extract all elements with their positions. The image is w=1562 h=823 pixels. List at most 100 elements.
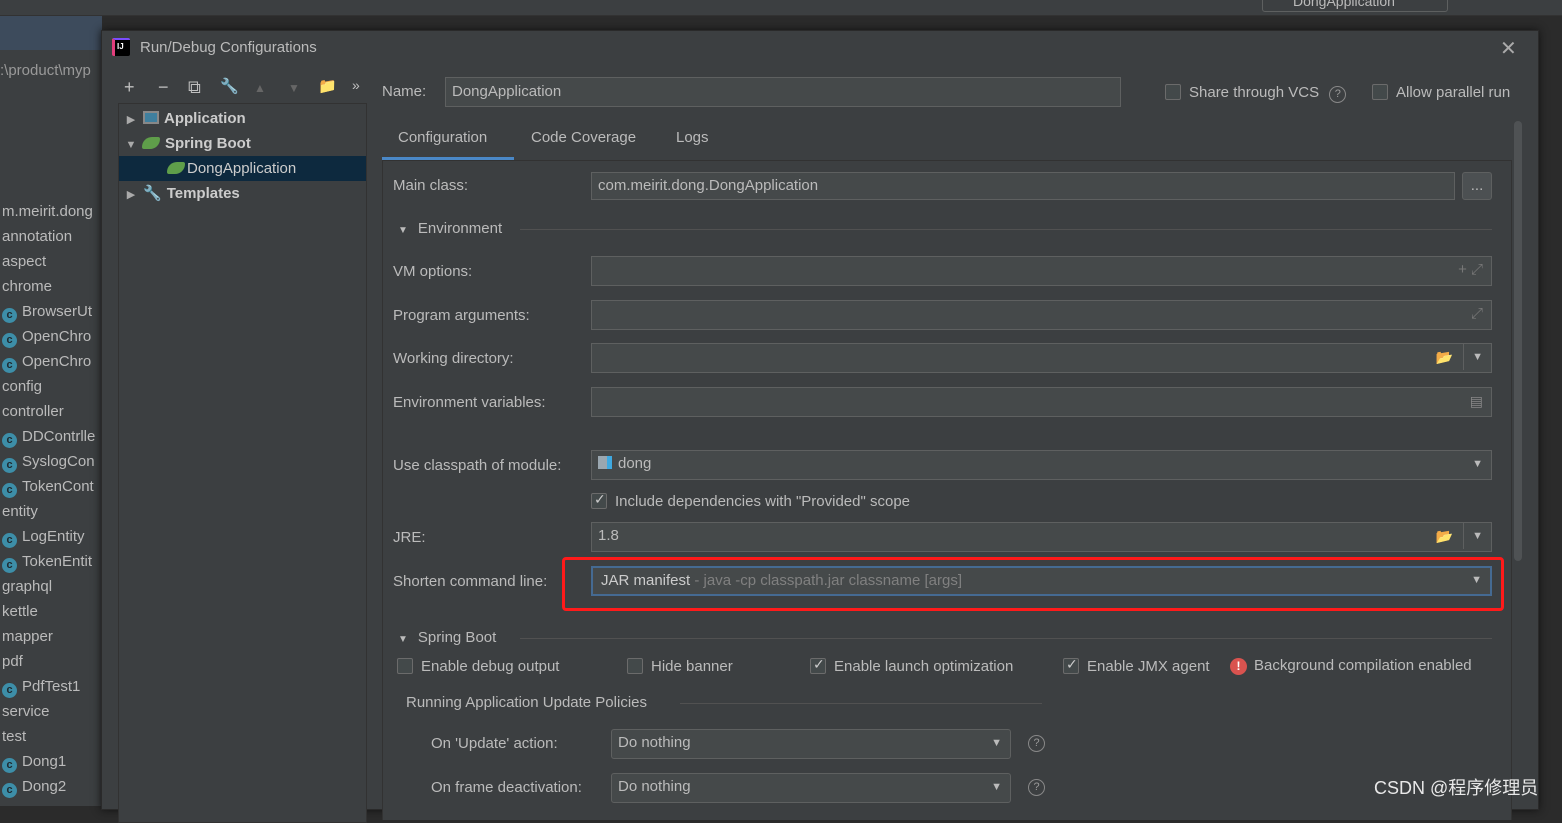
expand-arrow-icon[interactable]: ▶ <box>123 183 139 208</box>
folder-icon[interactable]: 📂 <box>1436 523 1453 549</box>
program-args-input[interactable]: ⤢ <box>591 300 1492 330</box>
jmx-agent-checkbox[interactable]: Enable JMX agent <box>1063 656 1210 675</box>
checkbox[interactable] <box>810 656 826 674</box>
checkbox[interactable] <box>397 658 413 674</box>
project-item-label: Dong1 <box>22 753 67 770</box>
folder-add-icon[interactable]: 📁 <box>318 77 337 95</box>
on-update-dropdown[interactable]: Do nothing ▼ <box>611 729 1011 759</box>
project-item-label: m.meirit.dong <box>2 203 93 220</box>
project-tree-item[interactable]: c BrowserUt <box>2 303 92 323</box>
enable-debug-checkbox[interactable]: Enable debug output <box>397 658 559 675</box>
chevron-down-icon[interactable]: ▼ <box>1463 344 1483 370</box>
project-tree-item[interactable]: service <box>2 703 50 720</box>
project-tree-item[interactable]: config <box>2 378 42 395</box>
move-down-icon[interactable]: ▼ <box>288 81 300 95</box>
project-tree-item[interactable]: kettle <box>2 603 38 620</box>
checkbox[interactable] <box>1063 656 1079 674</box>
add-icon[interactable]: + <box>124 77 135 98</box>
project-tree-item[interactable]: c SyslogCon <box>2 453 95 473</box>
scrollbar[interactable] <box>1514 121 1522 561</box>
wrench-icon[interactable]: 🔧 <box>220 77 239 95</box>
env-vars-input[interactable]: ▤ <box>591 387 1492 417</box>
tab-logs[interactable]: Logs <box>676 129 709 146</box>
document-icon[interactable]: ▤ <box>1470 388 1483 414</box>
project-tree-item[interactable]: test <box>2 728 26 745</box>
expand-icon[interactable]: ⤢ <box>1471 301 1483 327</box>
project-tree-item[interactable]: pdf <box>2 653 23 670</box>
launch-optimization-checkbox[interactable]: Enable launch optimization <box>810 656 1013 675</box>
checkbox[interactable] <box>591 491 607 509</box>
move-up-icon[interactable]: ▲ <box>254 81 266 95</box>
hide-banner-checkbox[interactable]: Hide banner <box>627 658 733 675</box>
project-tree-item[interactable]: aspect <box>2 253 46 270</box>
tab-configuration[interactable]: Configuration <box>398 129 487 146</box>
allow-parallel-checkbox[interactable]: Allow parallel run <box>1372 84 1510 101</box>
include-provided-checkbox[interactable]: Include dependencies with "Provided" sco… <box>591 491 910 510</box>
close-icon[interactable]: ✕ <box>1500 36 1517 61</box>
project-tree-item[interactable]: m.meirit.dong <box>2 203 93 220</box>
warning-text: Background compilation enabled <box>1254 657 1472 674</box>
chevron-down-icon[interactable]: ▼ <box>991 730 1002 756</box>
project-tree-item[interactable]: c OpenChro <box>2 353 91 373</box>
browse-button[interactable]: ... <box>1462 172 1492 200</box>
background-compilation-warning: ! Background compilation enabled <box>1230 657 1472 675</box>
more-icon[interactable]: » <box>352 77 360 93</box>
project-tree-item[interactable]: c DDContrlle <box>2 428 95 448</box>
project-header <box>0 16 102 50</box>
tree-item-dongapplication[interactable]: DongApplication <box>119 156 366 181</box>
tree-item-application[interactable]: ▶ Application <box>119 106 366 131</box>
on-frame-dropdown[interactable]: Do nothing ▼ <box>611 773 1011 803</box>
project-tree-item[interactable]: c Dong2 <box>2 778 66 798</box>
project-tree-item[interactable]: c OpenChro <box>2 328 91 348</box>
collapse-arrow-icon[interactable]: ▼ <box>398 634 408 645</box>
tree-item-templates[interactable]: ▶ 🔧 Templates <box>119 181 366 206</box>
project-tree-item[interactable]: entity <box>2 503 38 520</box>
remove-icon[interactable]: − <box>158 77 169 98</box>
environment-section[interactable]: ▼ Environment <box>398 220 502 237</box>
share-vcs-checkbox[interactable]: Share through VCS ? <box>1165 84 1347 103</box>
spring-boot-icon <box>167 162 185 174</box>
section-title: Environment <box>417 220 503 237</box>
main-class-input[interactable]: com.meirit.dong.DongApplication <box>591 172 1455 200</box>
project-item-label: controller <box>2 403 64 420</box>
chevron-down-icon[interactable]: ▼ <box>1472 451 1483 477</box>
project-tree-item[interactable]: mapper <box>2 628 53 645</box>
checkbox[interactable] <box>627 658 643 674</box>
collapse-arrow-icon[interactable]: ▼ <box>398 225 408 236</box>
program-args-label: Program arguments: <box>393 307 530 324</box>
project-tree-item[interactable]: c Dong1 <box>2 753 66 773</box>
jre-dropdown[interactable]: 1.8 📂 ▼ <box>591 522 1492 552</box>
folder-icon[interactable]: 📂 <box>1436 344 1453 370</box>
project-tree-item[interactable]: c PdfTest1 <box>2 678 80 698</box>
spring-boot-section[interactable]: ▼ Spring Boot <box>398 629 496 646</box>
checkbox[interactable] <box>1165 84 1181 100</box>
help-icon[interactable]: ? <box>1329 86 1347 103</box>
project-tree-item[interactable]: chrome <box>2 278 52 295</box>
tree-item-spring-boot[interactable]: ▼ Spring Boot <box>119 131 366 156</box>
project-tree-item[interactable]: c LogEntity <box>2 528 85 548</box>
run-config-selector[interactable]: DongApplication <box>1262 0 1448 12</box>
expand-icon[interactable]: + ⤢ <box>1458 257 1483 283</box>
vm-options-input[interactable]: + ⤢ <box>591 256 1492 286</box>
help-icon[interactable]: ? <box>1028 735 1045 752</box>
project-tree-item[interactable]: c TokenCont <box>2 478 94 498</box>
project-tree-item[interactable]: controller <box>2 403 64 420</box>
expand-arrow-icon[interactable]: ▶ <box>123 108 139 133</box>
working-dir-input[interactable]: 📂 ▼ <box>591 343 1492 373</box>
highlight-box <box>562 557 1504 611</box>
help-icon[interactable]: ? <box>1028 779 1045 796</box>
checkbox[interactable] <box>1372 84 1388 100</box>
chevron-down-icon[interactable]: ▼ <box>1463 523 1483 549</box>
classpath-dropdown[interactable]: dong ▼ <box>591 450 1492 480</box>
chevron-down-icon[interactable]: ▼ <box>991 774 1002 800</box>
class-icon: c <box>2 558 17 573</box>
project-tree-item[interactable]: annotation <box>2 228 72 245</box>
class-icon: c <box>2 683 17 698</box>
project-tree-item[interactable]: c TokenEntit <box>2 553 92 573</box>
tree-label: Templates <box>166 185 240 202</box>
project-tree-item[interactable]: graphql <box>2 578 52 595</box>
tab-code-coverage[interactable]: Code Coverage <box>531 129 636 146</box>
copy-icon[interactable]: ⧉ <box>188 77 201 98</box>
collapse-arrow-icon[interactable]: ▼ <box>123 133 139 158</box>
name-input[interactable]: DongApplication <box>445 77 1121 107</box>
